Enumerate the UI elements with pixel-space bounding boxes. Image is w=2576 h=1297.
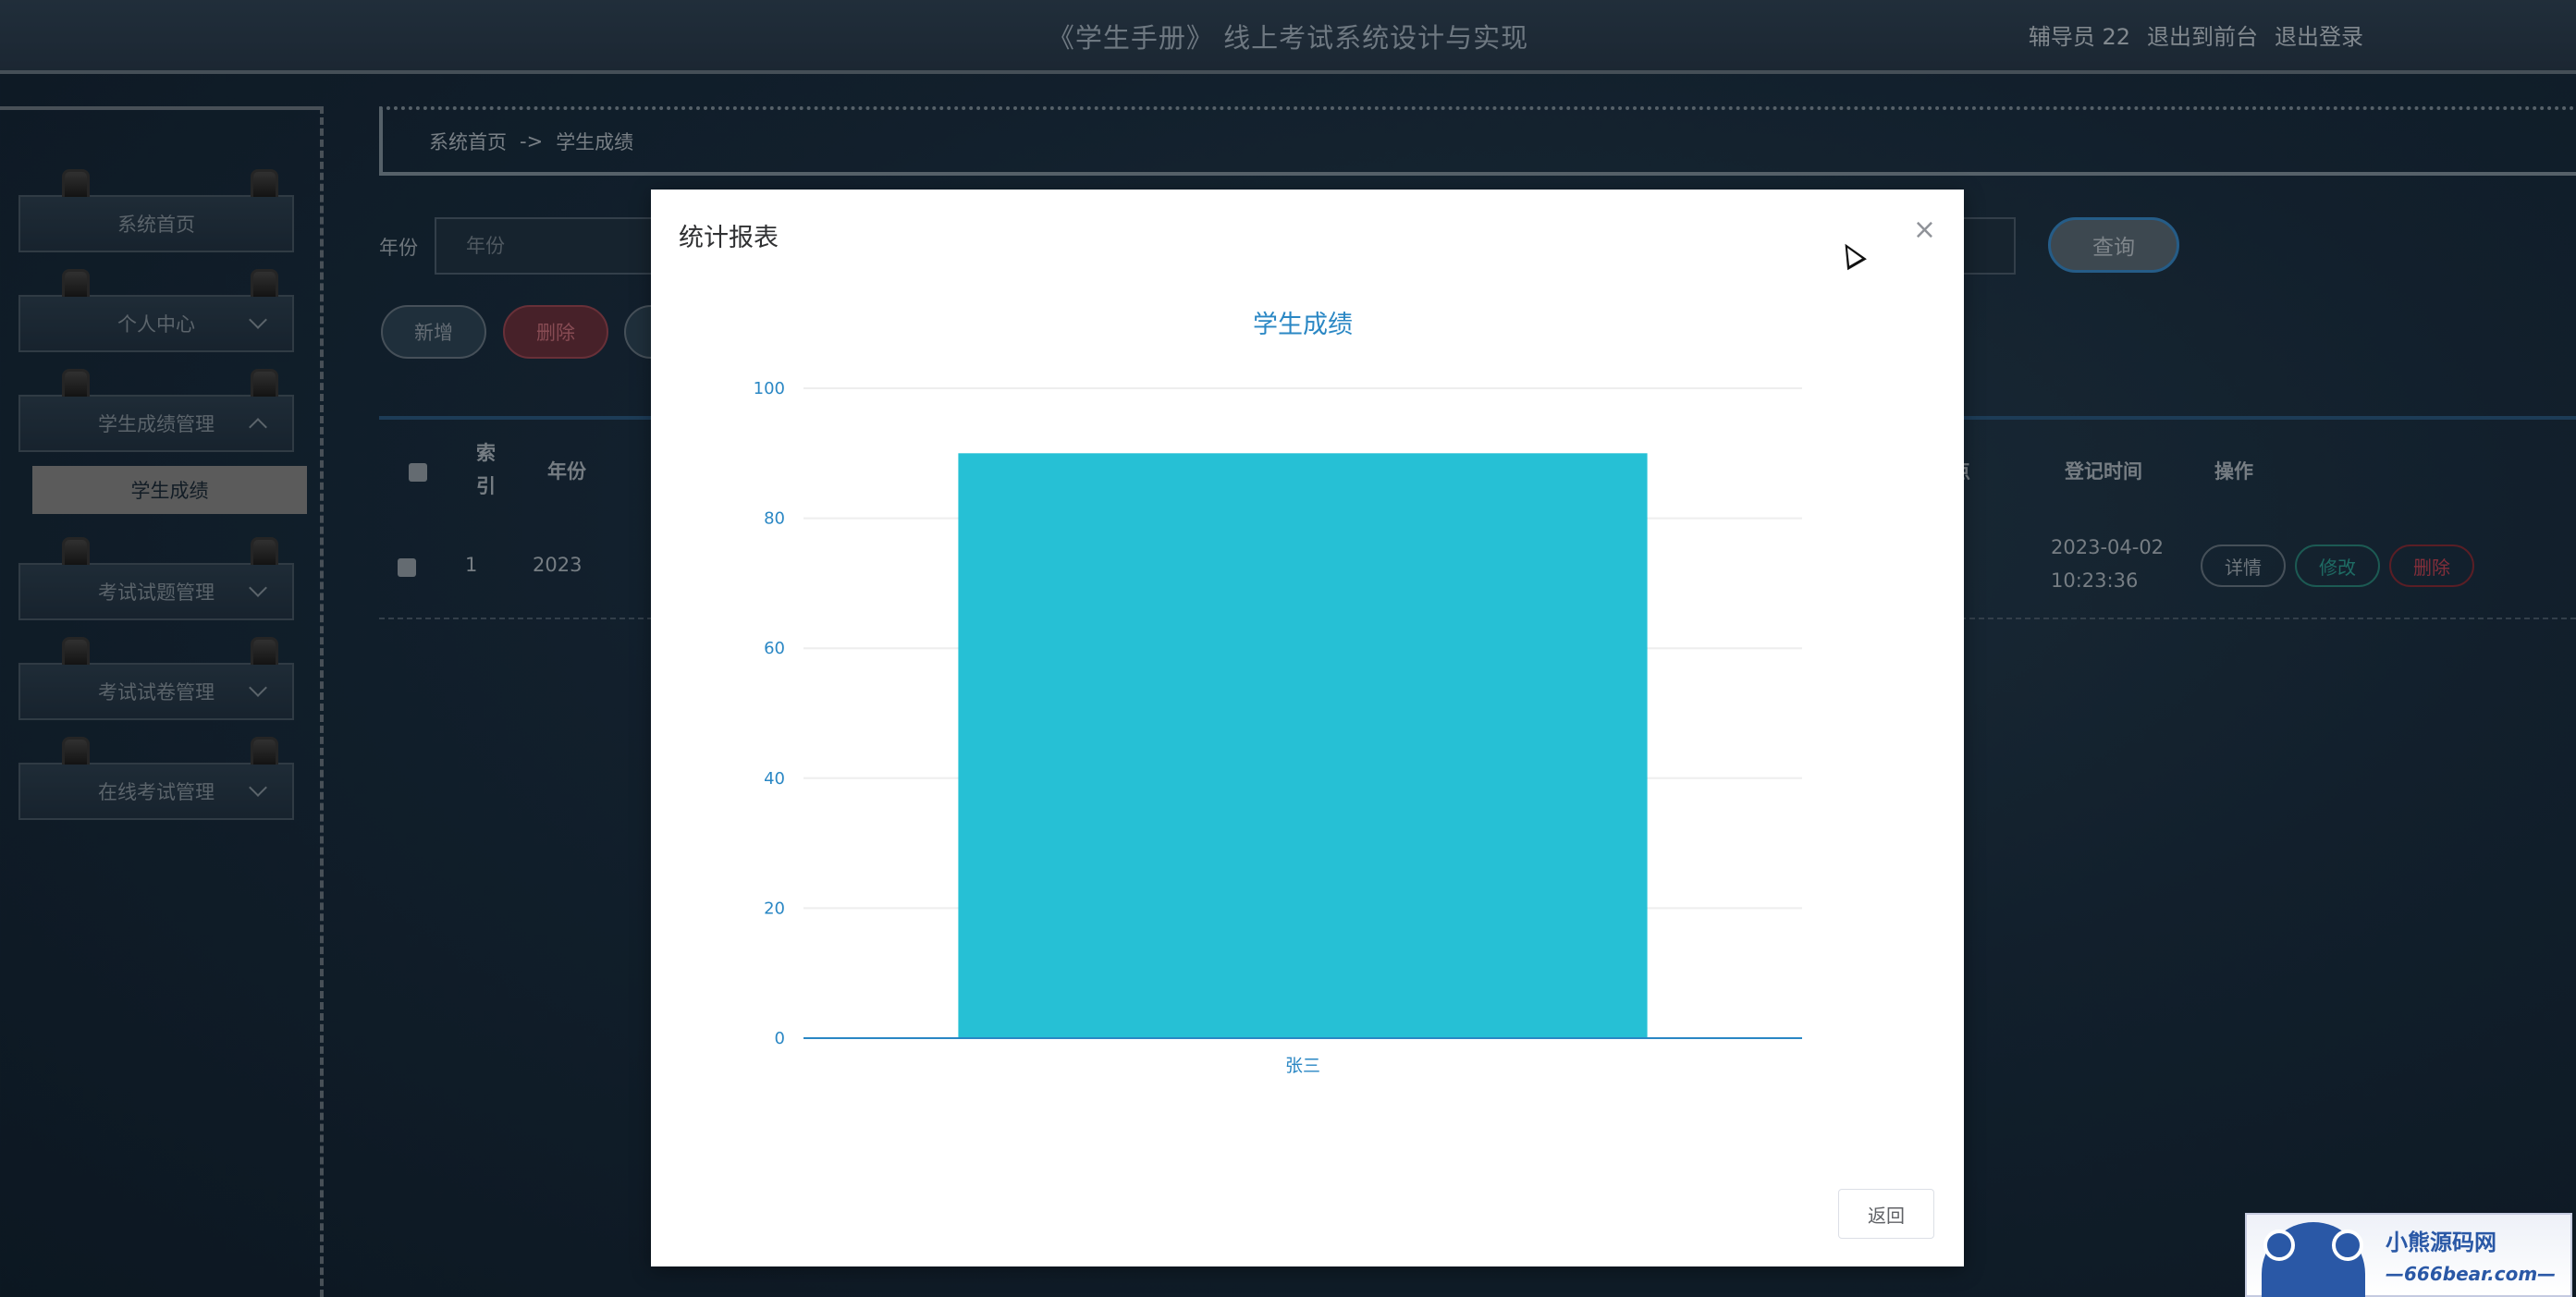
y-tick-label: 40	[764, 769, 785, 789]
chart-bar	[958, 453, 1648, 1038]
watermark-line1: 小熊源码网	[2386, 1229, 2496, 1255]
y-tick-label: 80	[764, 509, 785, 529]
y-tick-label: 60	[764, 639, 785, 658]
x-tick-label: 张三	[1285, 1056, 1320, 1076]
y-tick-label: 0	[775, 1029, 785, 1048]
bear-logo-icon	[2262, 1222, 2365, 1297]
y-tick-label: 20	[764, 899, 785, 918]
chart-title: 学生成绩	[1253, 311, 1353, 339]
watermark-logo: 小熊源码网 —666bear.com—	[2245, 1213, 2572, 1297]
watermark-line2: —666bear.com—	[2386, 1263, 2557, 1285]
y-tick-label: 100	[754, 379, 785, 398]
stats-report-dialog: 统计报表 × 学生成绩 0 20 40 60 80 100 张三 返回	[651, 190, 1964, 1266]
back-button[interactable]: 返回	[1838, 1189, 1934, 1239]
score-bar-chart: 学生成绩 0 20 40 60 80 100 张三	[754, 311, 1802, 1076]
